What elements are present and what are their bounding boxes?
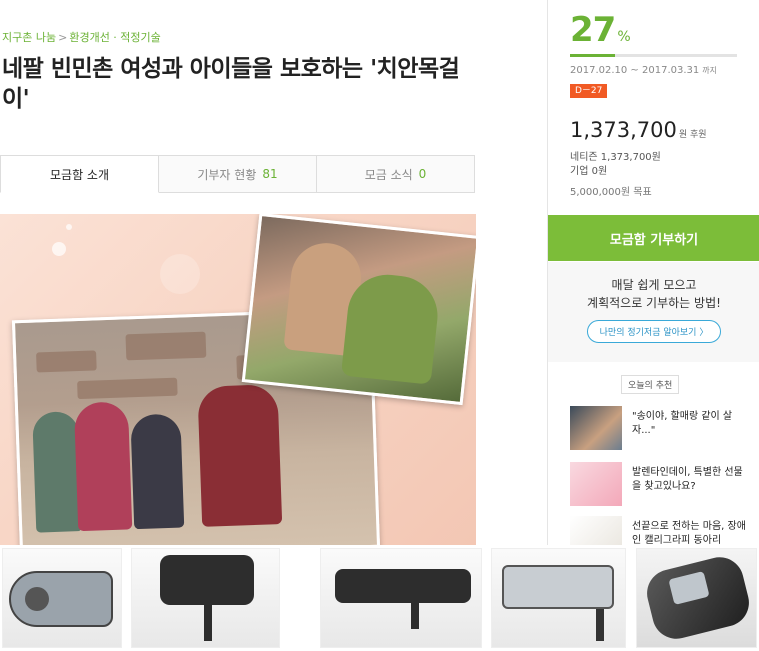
recommend-header: 오늘의 추천 <box>621 375 680 394</box>
product-render-side-view <box>320 548 482 648</box>
bokeh-light <box>160 254 200 294</box>
product-render-inner-view <box>491 548 626 648</box>
rubble <box>36 350 97 373</box>
tab-bar: 모금함 소개 기부자 현황 81 모금 소식 0 <box>0 155 475 193</box>
device-shape <box>502 565 614 609</box>
product-render-3d-view <box>636 548 757 648</box>
product-image-strip <box>0 545 759 651</box>
embracing-women-photo <box>241 214 476 406</box>
amount-value: 1,373,700 <box>570 118 677 142</box>
tab-news-label: 모금 소식 <box>364 167 413 182</box>
regular-saving-text: 매달 쉽게 모으고 계획적으로 기부하는 방법! <box>548 276 759 312</box>
progress-fill <box>570 54 616 57</box>
percent-value: 27 <box>570 10 616 50</box>
tab-intro[interactable]: 모금함 소개 <box>0 155 159 193</box>
amount-unit: 원 후원 <box>678 130 707 140</box>
product-render-front-view <box>131 548 280 648</box>
seated-woman <box>130 413 185 530</box>
breadcrumb-separator: > <box>58 31 68 44</box>
tab-donors[interactable]: 기부자 현황 81 <box>159 155 317 192</box>
regular-line2: 계획적으로 기부하는 방법! <box>587 296 721 310</box>
tab-donors-label: 기부자 현황 <box>197 167 257 182</box>
percent-unit: % <box>617 29 630 45</box>
recommend-item-text: "송이야, 할매랑 같이 살자..." <box>632 411 733 436</box>
device-stand <box>411 603 419 629</box>
device-stand <box>204 605 212 641</box>
tab-donors-count: 81 <box>262 167 278 181</box>
period-range: 2017.02.10 ~ 2017.03.31 <box>570 65 700 76</box>
regular-saving-box: 매달 쉽게 모으고 계획적으로 기부하는 방법! 나만의 정기저금 알아보기 〉 <box>548 262 759 362</box>
goal-amount: 5,000,000원 목표 <box>570 187 652 198</box>
bokeh-light <box>66 224 72 230</box>
regular-line1: 매달 쉽게 모으고 <box>611 278 697 292</box>
tab-news[interactable]: 모금 소식 0 <box>317 155 475 192</box>
device-shape <box>335 569 471 603</box>
recommend-thumbnail <box>570 462 622 506</box>
rubble <box>125 331 207 361</box>
progress-bar <box>570 54 737 57</box>
seated-woman <box>73 401 133 532</box>
funding-period: 2017.02.10 ~ 2017.03.31 까지 <box>570 65 717 76</box>
breadcrumb-category[interactable]: 환경개선 · 적정기술 <box>69 31 160 44</box>
page-title: 네팔 빈민촌 여성과 아이들을 보호하는 '치안목걸이' <box>2 56 460 112</box>
netizen-amount: 네티즌 1,373,700원 <box>570 152 661 163</box>
main-column: 지구촌 나눔 > 환경개선 · 적정기술 네팔 빈민촌 여성과 아이들을 보호하는 … <box>0 0 476 545</box>
device-stand <box>596 609 604 641</box>
company-amount: 기업 0원 <box>570 166 608 177</box>
raised-amount: 1,373,700 원 후원 <box>570 118 707 142</box>
gear-shape <box>25 587 49 611</box>
device-shape <box>160 555 254 605</box>
recommend-item-text: 발렌타인데이, 특별한 선물을 찾고있나요? <box>632 467 743 492</box>
person <box>340 270 442 385</box>
recommend-thumbnail <box>570 406 622 450</box>
recommend-item-text: 선끝으로 전하는 마음, 장애인 캘리그라피 동아리 <box>632 521 746 546</box>
funding-percent: 27% <box>570 10 631 50</box>
product-render-top-view <box>2 548 122 648</box>
dday-badge: D－27 <box>570 84 608 98</box>
donate-button[interactable]: 모금함 기부하기 <box>548 215 759 261</box>
recommend-item[interactable]: "송이야, 할매랑 같이 살자..." <box>570 406 750 450</box>
seated-woman <box>197 384 283 527</box>
tab-news-count: 0 <box>418 167 427 181</box>
funding-sidebar: 27% 2017.02.10 ~ 2017.03.31 까지 D－27 1,373… <box>547 0 759 560</box>
tab-intro-label: 모금함 소개 <box>49 167 109 182</box>
regular-saving-link[interactable]: 나만의 정기저금 알아보기 〉 <box>586 320 722 343</box>
bokeh-light <box>52 242 66 256</box>
rubble <box>77 377 178 400</box>
period-suffix: 까지 <box>702 66 717 75</box>
hero-image <box>0 214 476 545</box>
breadcrumb-root[interactable]: 지구촌 나눔 <box>2 31 56 44</box>
recommend-item[interactable]: 발렌타인데이, 특별한 선물을 찾고있나요? <box>570 462 750 506</box>
breadcrumb: 지구촌 나눔 > 환경개선 · 적정기술 <box>2 29 161 45</box>
